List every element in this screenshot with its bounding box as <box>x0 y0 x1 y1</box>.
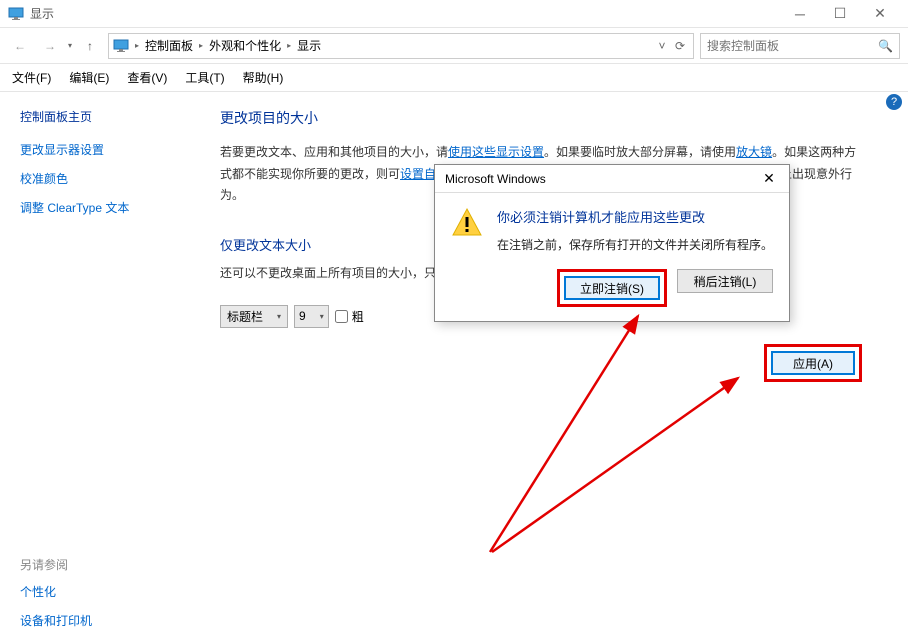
dialog-title-text: Microsoft Windows <box>445 172 759 186</box>
breadcrumb-l3[interactable]: 显示 <box>293 37 325 54</box>
dialog-titlebar: Microsoft Windows ✕ <box>435 165 789 193</box>
chevron-right-icon[interactable]: ▸ <box>133 41 141 50</box>
search-box[interactable]: 🔍 <box>700 33 900 59</box>
sidebar-change-display[interactable]: 更改显示器设置 <box>20 141 170 158</box>
combo-item-value: 标题栏 <box>227 308 263 325</box>
menu-tools[interactable]: 工具(T) <box>185 69 224 86</box>
apply-button[interactable]: 应用(A) <box>771 351 855 375</box>
breadcrumb-root[interactable]: 控制面板 <box>141 37 197 54</box>
sidebar-home[interactable]: 控制面板主页 <box>20 108 170 125</box>
sidebar-devices-printers[interactable]: 设备和打印机 <box>20 612 170 629</box>
up-button[interactable]: ↑ <box>78 34 102 58</box>
menu-help[interactable]: 帮助(H) <box>243 69 284 86</box>
dialog-close-button[interactable]: ✕ <box>759 170 779 187</box>
chevron-right-icon[interactable]: ▸ <box>197 41 205 50</box>
nav-toolbar: ← → ▾ ↑ ▸ 控制面板 ▸ 外观和个性化 ▸ 显示 ˅ ⟳ 🔍 <box>0 28 908 64</box>
chevron-down-icon: ▾ <box>320 312 324 321</box>
menu-file[interactable]: 文件(F) <box>12 69 51 86</box>
link-magnifier[interactable]: 放大镜 <box>736 145 772 159</box>
menu-bar: 文件(F) 编辑(E) 查看(V) 工具(T) 帮助(H) <box>0 64 908 92</box>
signout-later-button[interactable]: 稍后注销(L) <box>677 269 773 293</box>
apply-highlight: 应用(A) <box>764 344 862 382</box>
window-title: 显示 <box>30 5 780 22</box>
search-input[interactable] <box>707 39 878 53</box>
link-display-settings[interactable]: 使用这些显示设置 <box>448 145 544 159</box>
sidebar-see-also-label: 另请参阅 <box>20 556 170 573</box>
bold-checkbox-label[interactable]: 粗 <box>335 308 364 325</box>
search-icon[interactable]: 🔍 <box>878 39 893 53</box>
back-button[interactable]: ← <box>8 34 32 58</box>
address-bar[interactable]: ▸ 控制面板 ▸ 外观和个性化 ▸ 显示 ˅ ⟳ <box>108 33 694 59</box>
chevron-right-icon[interactable]: ▸ <box>285 41 293 50</box>
sidebar-cleartype[interactable]: 调整 ClearType 文本 <box>20 199 170 216</box>
combo-size-value: 9 <box>299 309 306 323</box>
display-icon <box>8 6 24 22</box>
signout-now-highlight: 立即注销(S) <box>557 269 667 307</box>
bold-checkbox[interactable] <box>335 310 348 323</box>
minimize-button[interactable]: ─ <box>780 0 820 28</box>
bold-text: 粗 <box>352 308 364 325</box>
dialog-subtext: 在注销之前，保存所有打开的文件并关闭所有程序。 <box>497 236 773 253</box>
combo-size[interactable]: 9 ▾ <box>294 305 329 328</box>
sidebar-calibrate-color[interactable]: 校准颜色 <box>20 170 170 187</box>
sidebar-personalization[interactable]: 个性化 <box>20 583 170 600</box>
warning-icon <box>451 207 483 239</box>
menu-view[interactable]: 查看(V) <box>127 69 167 86</box>
menu-edit[interactable]: 编辑(E) <box>69 69 109 86</box>
display-icon <box>113 38 129 54</box>
signout-now-button[interactable]: 立即注销(S) <box>564 276 660 300</box>
breadcrumb-l2[interactable]: 外观和个性化 <box>205 37 285 54</box>
dialog-heading: 你必须注销计算机才能应用这些更改 <box>497 207 773 226</box>
combo-item[interactable]: 标题栏 ▾ <box>220 305 288 328</box>
signout-dialog: Microsoft Windows ✕ 你必须注销计算机才能应用这些更改 在注销… <box>434 164 790 322</box>
window-titlebar: 显示 ─ ☐ ✕ <box>0 0 908 28</box>
heading-change-size: 更改项目的大小 <box>220 108 868 128</box>
chevron-down-icon: ▾ <box>277 312 281 321</box>
history-dropdown-icon[interactable]: ▾ <box>68 41 72 50</box>
maximize-button[interactable]: ☐ <box>820 0 860 28</box>
addressbar-dropdown-icon[interactable]: ˅ <box>653 39 671 53</box>
forward-button[interactable]: → <box>38 34 62 58</box>
sidebar: 控制面板主页 更改显示器设置 校准颜色 调整 ClearType 文本 另请参阅… <box>0 92 190 624</box>
close-button[interactable]: ✕ <box>860 0 900 28</box>
refresh-button[interactable]: ⟳ <box>671 39 689 53</box>
